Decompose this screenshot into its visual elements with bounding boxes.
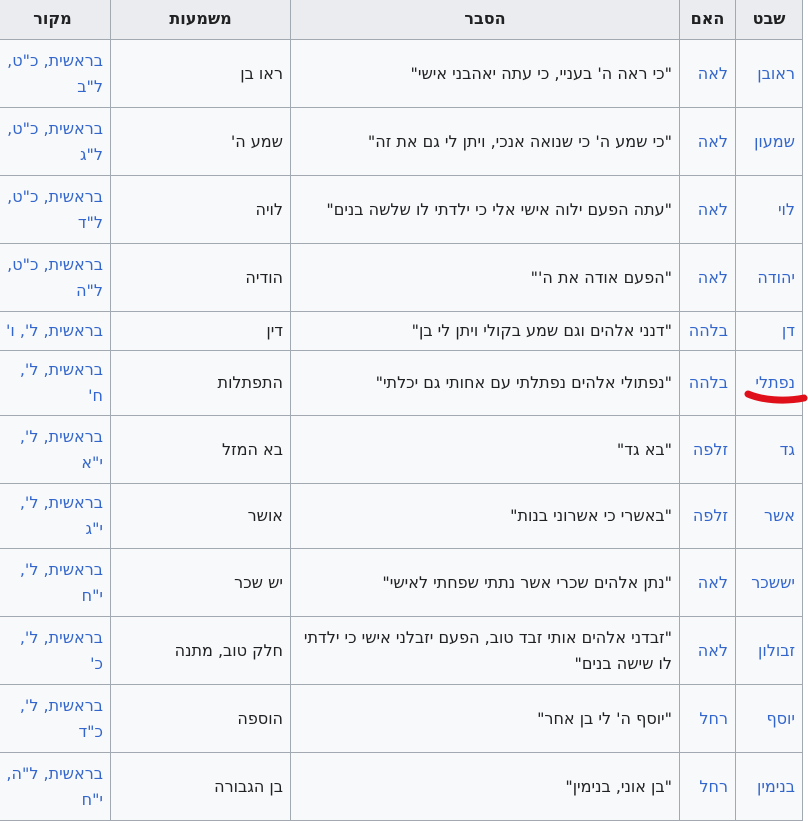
meaning-cell: שמע ה'	[110, 107, 291, 176]
source-link[interactable]: בראשית, ל', י"ג	[20, 493, 103, 538]
tribe-link[interactable]: שמעון	[754, 132, 795, 151]
source-link[interactable]: בראשית, ל', י"א	[20, 427, 103, 472]
source-link[interactable]: בראשית, ל"ה, י"ח	[6, 764, 103, 809]
source-link[interactable]: בראשית, כ"ט, ל"ד	[7, 187, 103, 232]
table-row: אשר זלפה "באשרי כי אשרוני בנות" אושר ברא…	[0, 483, 803, 549]
tribe-link[interactable]: גד	[780, 440, 795, 459]
source-link[interactable]: בראשית, ל', כ'	[20, 628, 103, 673]
table-body: ראובן לאה "כי ראה ה' בעניי, כי עתה יאהבנ…	[0, 39, 803, 821]
explanation-cell: "דנני אלהים וגם שמע בקולי ויתן לי בן"	[290, 311, 680, 351]
source-link[interactable]: בראשית, כ"ט, ל"ה	[7, 255, 103, 300]
meaning-cell: חלק טוב, מתנה	[110, 616, 291, 685]
explanation-cell: "כי שמע ה' כי שנואה אנכי, ויתן לי גם את …	[290, 107, 680, 176]
table-row: ראובן לאה "כי ראה ה' בעניי, כי עתה יאהבנ…	[0, 39, 803, 108]
mother-link[interactable]: לאה	[698, 268, 728, 287]
meaning-cell: הוספה	[110, 684, 291, 753]
tribe-link[interactable]: ראובן	[757, 64, 795, 83]
source-link[interactable]: בראשית, ל', כ"ד	[20, 696, 103, 741]
tribes-table: שבט האם הסבר משמעות מקור ראובן לאה "כי ר…	[0, 0, 803, 821]
explanation-cell: "נפתולי אלהים נפתלתי עם אחותי גם יכלתי"	[290, 350, 680, 416]
mother-link[interactable]: לאה	[698, 132, 728, 151]
tribe-link[interactable]: דן	[782, 321, 795, 340]
tribe-link[interactable]: יוסף	[766, 709, 795, 728]
table-row: נפתלי בלהה "נפתולי אלהים נפתלתי עם אחותי…	[0, 350, 803, 416]
explanation-cell: "כי ראה ה' בעניי, כי עתה יאהבני אישי"	[290, 39, 680, 108]
meaning-cell: ראו בן	[110, 39, 291, 108]
explanation-cell: "נתן אלהים שכרי אשר נתתי שפחתי לאישי"	[290, 548, 680, 617]
table-row: יששכר לאה "נתן אלהים שכרי אשר נתתי שפחתי…	[0, 548, 803, 617]
table-row: לוי לאה "עתה הפעם ילוה אישי אלי כי ילדתי…	[0, 175, 803, 244]
table-row: גד זלפה "בא גד" בא המזל בראשית, ל', י"א	[0, 415, 803, 484]
tribe-link[interactable]: בנימין	[757, 777, 795, 796]
meaning-cell: בא המזל	[110, 415, 291, 484]
header-tribe[interactable]: שבט	[735, 0, 803, 40]
mother-link[interactable]: לאה	[698, 64, 728, 83]
mother-link[interactable]: רחל	[699, 777, 728, 796]
tribe-link[interactable]: יהודה	[757, 268, 795, 287]
mother-link[interactable]: בלהה	[689, 373, 728, 392]
meaning-cell: לויה	[110, 175, 291, 244]
explanation-cell: "בא גד"	[290, 415, 680, 484]
tribe-link[interactable]: אשר	[764, 506, 795, 525]
source-link[interactable]: בראשית, כ"ט, ל"ב	[7, 51, 103, 96]
table-row: שמעון לאה "כי שמע ה' כי שנואה אנכי, ויתן…	[0, 107, 803, 176]
meaning-cell: יש שכר	[110, 548, 291, 617]
meaning-cell: התפתלות	[110, 350, 291, 416]
source-link[interactable]: בראשית, ל', ח'	[20, 360, 103, 405]
mother-link[interactable]: בלהה	[689, 321, 728, 340]
mother-link[interactable]: זלפה	[693, 440, 728, 459]
header-meaning[interactable]: משמעות	[110, 0, 291, 40]
meaning-cell: דין	[110, 311, 291, 351]
source-link[interactable]: בראשית, ל', י"ח	[20, 560, 103, 605]
page: שבט האם הסבר משמעות מקור ראובן לאה "כי ר…	[0, 0, 808, 821]
table-row: יוסף רחל "יוסף ה' לי בן אחר" הוספה בראשי…	[0, 684, 803, 753]
header-row: שבט האם הסבר משמעות מקור	[0, 0, 803, 40]
table-row: דן בלהה "דנני אלהים וגם שמע בקולי ויתן ל…	[0, 311, 803, 351]
explanation-cell: "עתה הפעם ילוה אישי אלי כי ילדתי לו שלשה…	[290, 175, 680, 244]
source-link[interactable]: בראשית, כ"ט, ל"ג	[7, 119, 103, 164]
header-mother[interactable]: האם	[679, 0, 736, 40]
table-row: זבולון לאה "זבדני אלהים אותי זבד טוב, הפ…	[0, 616, 803, 685]
mother-link[interactable]: זלפה	[693, 506, 728, 525]
tribe-link[interactable]: לוי	[778, 200, 795, 219]
mother-link[interactable]: לאה	[698, 641, 728, 660]
meaning-cell: אושר	[110, 483, 291, 549]
explanation-cell: "זבדני אלהים אותי זבד טוב, הפעם יזבלני א…	[290, 616, 680, 685]
explanation-cell: "יוסף ה' לי בן אחר"	[290, 684, 680, 753]
mother-link[interactable]: לאה	[698, 200, 728, 219]
mother-link[interactable]: רחל	[699, 709, 728, 728]
header-explanation[interactable]: הסבר	[290, 0, 680, 40]
mother-link[interactable]: לאה	[698, 573, 728, 592]
table-row: יהודה לאה "הפעם אודה את ה'" הודיה בראשית…	[0, 243, 803, 312]
source-link[interactable]: בראשית, ל', ו'	[6, 321, 103, 340]
meaning-cell: הודיה	[110, 243, 291, 312]
header-source[interactable]: מקור	[0, 0, 111, 40]
tribe-link[interactable]: זבולון	[758, 641, 795, 660]
tribe-link[interactable]: נפתלי	[755, 373, 795, 392]
explanation-cell: "באשרי כי אשרוני בנות"	[290, 483, 680, 549]
explanation-cell: "הפעם אודה את ה'"	[290, 243, 680, 312]
tribe-link[interactable]: יששכר	[751, 573, 795, 592]
